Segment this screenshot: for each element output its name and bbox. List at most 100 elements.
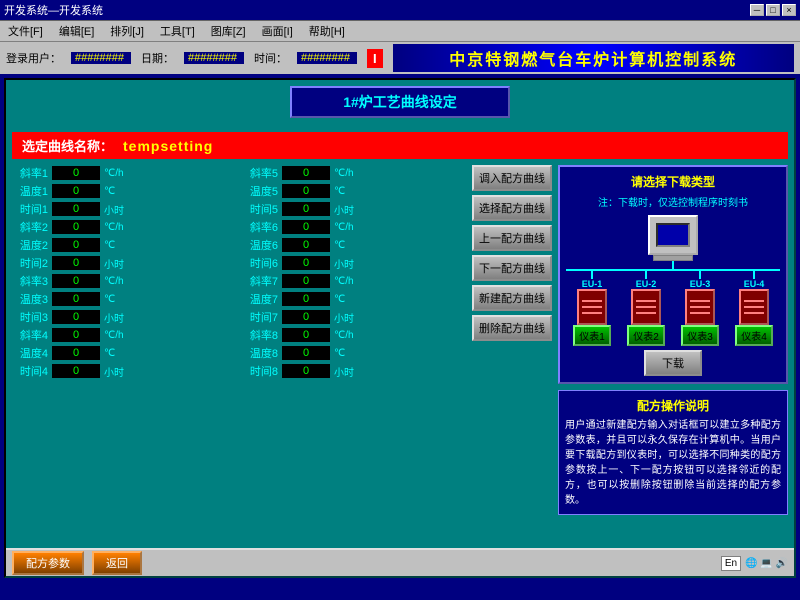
param-unit-6: ℃/h <box>334 276 364 287</box>
param-input-col2-container-1[interactable] <box>281 183 331 199</box>
curve-name-value: tempsetting <box>123 138 213 154</box>
param-row-col2-container-2: 时间5小时 <box>242 201 466 217</box>
menu-item-工具[interactable]: 工具[T] <box>156 22 199 40</box>
page-title: 1#炉工艺曲线设定 <box>290 86 510 118</box>
eu-box-line <box>744 306 764 308</box>
param-label-11: 时间4 <box>12 363 48 379</box>
eu-box-line <box>582 306 602 308</box>
param-input-col2-container-11[interactable] <box>281 363 331 379</box>
param-row-col2-container-3: 斜率6℃/h <box>242 219 466 235</box>
param-input-col2-container-7[interactable] <box>281 291 331 307</box>
param-label-6: 斜率3 <box>12 273 48 289</box>
maximize-button[interactable]: □ <box>766 4 780 16</box>
param-unit-5: 小时 <box>334 256 364 271</box>
param-input-col2-container-5[interactable] <box>281 255 331 271</box>
menu-item-编辑[interactable]: 编辑[E] <box>55 22 98 40</box>
param-unit-9: ℃/h <box>104 330 134 341</box>
param-input-col2-container-2[interactable] <box>281 201 331 217</box>
param-input-col1-container-11[interactable] <box>51 363 101 379</box>
eu-device-col-0: EU-1 仪表1 <box>573 271 611 346</box>
param-row-col1-container-7: 温度3℃ <box>12 291 236 307</box>
param-input-col1-container-0[interactable] <box>51 165 101 181</box>
action-buttons-col: 调入配方曲线选择配方曲线上一配方曲线下一配方曲线新建配方曲线删除配方曲线 <box>472 165 552 515</box>
param-input-col1-container-9[interactable] <box>51 327 101 343</box>
param-unit-3: ℃/h <box>104 222 134 233</box>
param-unit-7: ℃ <box>334 294 364 305</box>
tree-v-line-top <box>672 261 674 269</box>
param-input-col2-container-10[interactable] <box>281 345 331 361</box>
menu-item-帮助[interactable]: 帮助[H] <box>305 22 349 40</box>
param-input-col1-container-10[interactable] <box>51 345 101 361</box>
action-btn-5[interactable]: 删除配方曲线 <box>472 315 552 341</box>
date-value: ######## <box>184 52 244 64</box>
param-input-col1-container-2[interactable] <box>51 201 101 217</box>
action-btn-3[interactable]: 下一配方曲线 <box>472 255 552 281</box>
param-label-0: 斜率5 <box>242 165 278 181</box>
param-input-col1-container-7[interactable] <box>51 291 101 307</box>
close-button[interactable]: × <box>782 4 796 16</box>
instrument-button-3[interactable]: 仪表4 <box>735 325 773 346</box>
devices-tree: EU-1仪表1EU-2仪表2EU-3仪表3EU-4仪表4 <box>566 215 780 346</box>
eu-box-line <box>744 312 764 314</box>
param-label-9: 斜率8 <box>242 327 278 343</box>
param-input-col1-container-8[interactable] <box>51 309 101 325</box>
action-btn-4[interactable]: 新建配方曲线 <box>472 285 552 311</box>
param-row-col1-container-5: 时间2小时 <box>12 255 236 271</box>
eu-box-line <box>690 306 710 308</box>
param-row-col1-container-0: 斜率1℃/h <box>12 165 236 181</box>
param-input-col2-container-8[interactable] <box>281 309 331 325</box>
menu-item-文件[interactable]: 文件[F] <box>4 22 47 40</box>
param-input-col2-container-9[interactable] <box>281 327 331 343</box>
param-input-col2-container-4[interactable] <box>281 237 331 253</box>
eu-v-line-1 <box>645 271 647 279</box>
instrument-button-0[interactable]: 仪表1 <box>573 325 611 346</box>
param-row-col2-container-0: 斜率5℃/h <box>242 165 466 181</box>
params-button[interactable]: 配方参数 <box>12 551 84 575</box>
param-input-col1-container-6[interactable] <box>51 273 101 289</box>
param-input-col2-container-0[interactable] <box>281 165 331 181</box>
action-btn-1[interactable]: 选择配方曲线 <box>472 195 552 221</box>
desc-title: 配方操作说明 <box>565 397 781 414</box>
param-unit-2: 小时 <box>334 202 364 217</box>
eu-box-line <box>636 300 656 302</box>
instrument-button-2[interactable]: 仪表3 <box>681 325 719 346</box>
param-input-col2-container-6[interactable] <box>281 273 331 289</box>
param-row-col1-container-11: 时间4小时 <box>12 363 236 379</box>
eu-label-2: EU-3 <box>690 279 711 289</box>
param-label-8: 时间7 <box>242 309 278 325</box>
curve-name-label: 选定曲线名称： <box>22 136 113 155</box>
download-button[interactable]: 下载 <box>644 350 702 376</box>
download-type-box: 请选择下载类型 注：下载时，仅选控制程序时刻书 <box>558 165 788 384</box>
system-tray-icons: 🌐 💻 🔊 <box>745 558 788 569</box>
minimize-button[interactable]: ─ <box>750 4 764 16</box>
param-label-8: 时间3 <box>12 309 48 325</box>
eu-label-0: EU-1 <box>582 279 603 289</box>
curve-name-row: 选定曲线名称： tempsetting <box>12 132 788 159</box>
menu-item-排列[interactable]: 排列[J] <box>106 22 148 40</box>
param-input-col1-container-3[interactable] <box>51 219 101 235</box>
param-unit-6: ℃/h <box>104 276 134 287</box>
param-label-11: 时间8 <box>242 363 278 379</box>
param-input-col1-container-5[interactable] <box>51 255 101 271</box>
eu-device-col-2: EU-3 仪表3 <box>681 271 719 346</box>
param-input-col1-container-4[interactable] <box>51 237 101 253</box>
param-input-col1-container-1[interactable] <box>51 183 101 199</box>
param-input-col2-container-3[interactable] <box>281 219 331 235</box>
eu-device-col-3: EU-4仪表4 <box>735 271 773 346</box>
download-btn-row: 下载 <box>566 350 780 376</box>
param-label-7: 温度3 <box>12 291 48 307</box>
menu-item-图库[interactable]: 图库[Z] <box>207 22 250 40</box>
return-button[interactable]: 返回 <box>92 551 142 575</box>
window-title: 开发系统—开发系统 <box>4 2 103 18</box>
instrument-button-1[interactable]: 仪表2 <box>627 325 665 346</box>
eu-box-line <box>744 300 764 302</box>
param-unit-3: ℃/h <box>334 222 364 233</box>
param-unit-9: ℃/h <box>334 330 364 341</box>
param-unit-4: ℃ <box>104 240 134 251</box>
param-label-5: 时间2 <box>12 255 48 271</box>
action-btn-2[interactable]: 上一配方曲线 <box>472 225 552 251</box>
action-btn-0[interactable]: 调入配方曲线 <box>472 165 552 191</box>
menu-item-画面[interactable]: 画面[I] <box>258 22 297 40</box>
param-row-col1-container-6: 斜率3 ℃/h <box>12 273 236 289</box>
computer-screen <box>656 223 690 247</box>
